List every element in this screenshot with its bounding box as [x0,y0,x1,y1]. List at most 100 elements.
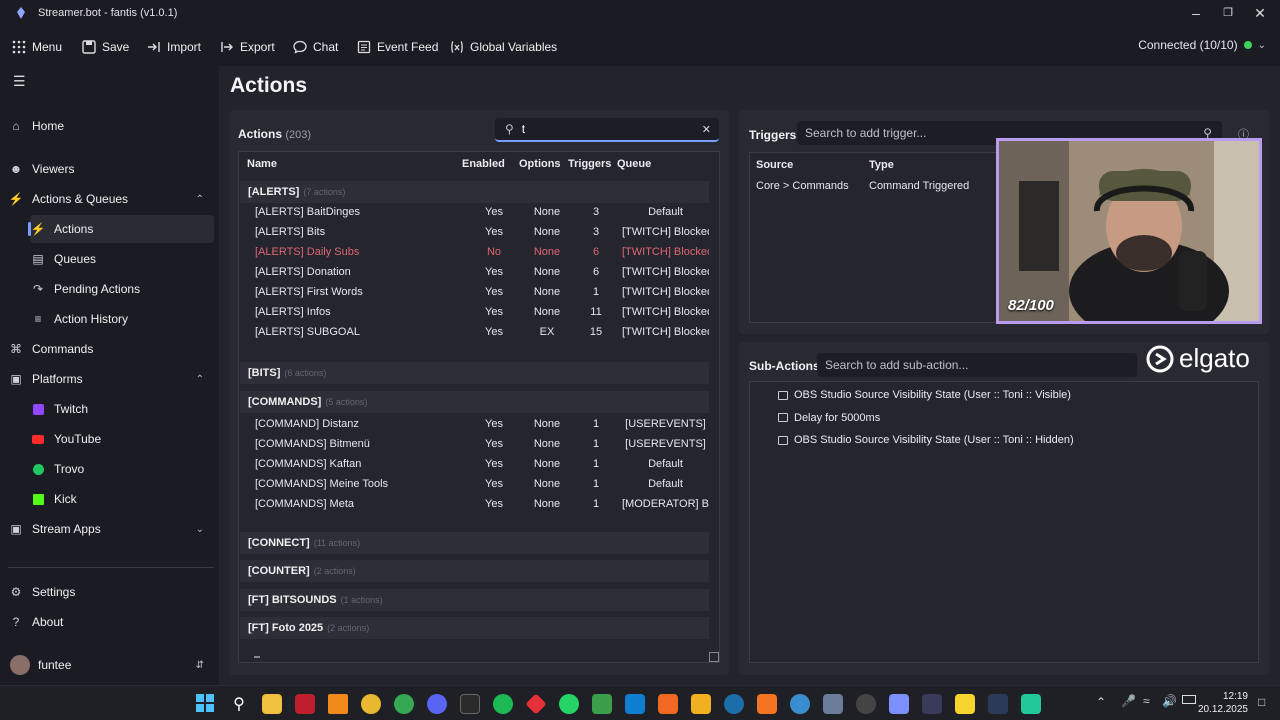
whatsapp-icon[interactable] [559,694,579,714]
sidebar-item-commands[interactable]: ⌘ Commands [8,335,214,363]
sidebar-item-home[interactable]: ⌂ Home [8,112,214,140]
sidebar-item-about[interactable]: ? About [8,608,214,636]
trigger-type[interactable]: Command Triggered [869,176,969,196]
event-feed-button[interactable]: Event Feed [357,38,438,56]
group-ft-foto[interactable]: [FT] Foto 2025 (2 actions) [248,617,369,639]
user-profile[interactable]: funtee ⇵ [8,651,214,679]
column-header-source[interactable]: Source [756,159,793,171]
cell-queue: [TWITCH] Blocked [622,306,709,318]
trigger-source[interactable]: Core > Commands [756,176,849,196]
sidebar-item-settings[interactable]: ⚙ Settings [8,578,214,606]
scrollbar-thumb[interactable] [254,656,260,658]
xampp-icon[interactable] [757,694,777,714]
sidebar-item-pending-actions[interactable]: ↷ Pending Actions [30,275,214,303]
file-explorer-icon[interactable] [262,694,282,714]
column-header-queue[interactable]: Queue [617,158,651,170]
group-counter[interactable]: [COUNTER] (2 actions) [248,560,356,582]
close-window-button[interactable]: ✕ [1245,4,1275,22]
app-blue-icon[interactable] [790,694,810,714]
connection-status-text: Connected (10/10) [1138,38,1238,52]
subaction-search-input[interactable]: Search to add sub-action... [817,353,1137,377]
obs-icon[interactable] [856,694,876,714]
chrome-alt-icon[interactable] [394,694,414,714]
notepad-icon[interactable] [592,694,612,714]
sidebar-item-queues[interactable]: ▤ Queues [30,245,214,273]
command-icon: ⌘ [10,342,22,356]
cell-enabled: Yes [485,286,503,298]
export-button[interactable]: Export [220,38,275,56]
vlc-icon[interactable] [328,694,348,714]
sidebar-item-kick[interactable]: Kick [30,485,214,513]
actions-search-input[interactable]: ⚲ t ✕ [495,118,719,142]
global-variables-button[interactable]: Global Variables [450,38,557,56]
microphone-icon[interactable]: 🎤 [1121,694,1136,708]
cell-name: [ALERTS] Donation [255,266,351,278]
battery-icon[interactable] [1182,695,1196,704]
chevron-updown-icon: ⇵ [195,659,204,671]
vscode-icon[interactable] [625,694,645,714]
cell-enabled: Yes [485,266,503,278]
column-header-triggers[interactable]: Triggers [568,158,611,170]
sidebar-item-twitch[interactable]: Twitch [30,395,214,423]
group-alerts[interactable]: [ALERTS] (7 actions) [248,181,345,203]
volume-icon[interactable]: 🔊 [1162,694,1177,708]
maximize-button[interactable]: ❐ [1213,4,1243,22]
wifi-icon[interactable]: ≈ [1143,694,1150,708]
group-connect[interactable]: [CONNECT] (11 actions) [248,532,360,554]
wave-app-icon[interactable] [1021,694,1041,714]
epic-games-icon[interactable] [460,694,480,714]
hamburger-icon[interactable]: ☰ [13,73,26,90]
sidebar-item-viewers[interactable]: ☻ Viewers [8,155,214,183]
audio-app-icon[interactable] [988,694,1008,714]
column-header-options[interactable]: Options [519,158,561,170]
import-button[interactable]: Import [147,38,201,56]
chrome-icon[interactable] [361,694,381,714]
system-clock[interactable]: 12:19 20.12.2025 [1198,690,1248,716]
sidebar-item-label: Actions [54,222,94,236]
save-icon [82,40,96,54]
menu-button[interactable]: Menu [12,38,62,56]
column-header-enabled[interactable]: Enabled [462,158,505,170]
group-commands[interactable]: [COMMANDS] (5 actions) [248,391,367,413]
windows-start-icon[interactable] [196,694,214,712]
app-orange-icon[interactable] [658,694,678,714]
cell-triggers: 6 [592,246,600,258]
column-header-type[interactable]: Type [869,159,894,171]
group-bits[interactable]: [BITS] (6 actions) [248,362,326,384]
subaction-item[interactable]: Delay for 5000ms [778,408,880,428]
app-grey-icon[interactable] [823,694,843,714]
app-yellow-icon[interactable] [691,694,711,714]
sidebar-item-youtube[interactable]: YouTube [30,425,214,453]
sidebar-item-action-history[interactable]: ≡ Action History [30,305,214,333]
streamerbot-icon[interactable] [889,694,909,714]
cell-enabled: Yes [485,226,503,238]
notification-icon[interactable]: □ [1258,695,1265,709]
cell-options: EX [539,326,555,338]
column-header-name[interactable]: Name [247,158,277,170]
group-ft-bitsounds[interactable]: [FT] BITSOUNDS (1 actions) [248,589,383,611]
search-icon[interactable]: ⚲ [229,694,249,714]
app-diamond-icon[interactable] [525,693,547,715]
clear-search-icon[interactable]: ✕ [702,123,711,136]
resize-handle[interactable] [709,652,719,662]
sidebar-item-platforms[interactable]: ▣ Platforms ⌃ [8,365,214,393]
discord-icon[interactable] [427,694,447,714]
spotify-icon[interactable] [493,694,513,714]
app-dark-icon[interactable] [922,694,942,714]
elgato-logo-icon [1146,345,1174,372]
subaction-item[interactable]: OBS Studio Source Visibility State (User… [778,385,1071,405]
connection-status[interactable]: Connected (10/10) ⌄ [1138,38,1266,52]
subaction-item[interactable]: OBS Studio Source Visibility State (User… [778,430,1074,450]
save-button[interactable]: Save [82,38,129,56]
sticky-notes-icon[interactable] [955,694,975,714]
minimize-button[interactable]: – [1181,4,1211,22]
steam-icon[interactable] [724,694,744,714]
sidebar-item-actions-queues[interactable]: ⚡ Actions & Queues ⌃ [8,185,214,213]
avatar [10,655,30,675]
chat-button[interactable]: Chat [293,38,338,56]
sidebar-item-actions[interactable]: ⚡ Actions [30,215,214,243]
sidebar-item-trovo[interactable]: Trovo [30,455,214,483]
filezilla-icon[interactable] [295,694,315,714]
sidebar-item-stream-apps[interactable]: ▣ Stream Apps ⌄ [8,515,214,543]
tray-expand-icon[interactable]: ⌃ [1096,695,1106,709]
